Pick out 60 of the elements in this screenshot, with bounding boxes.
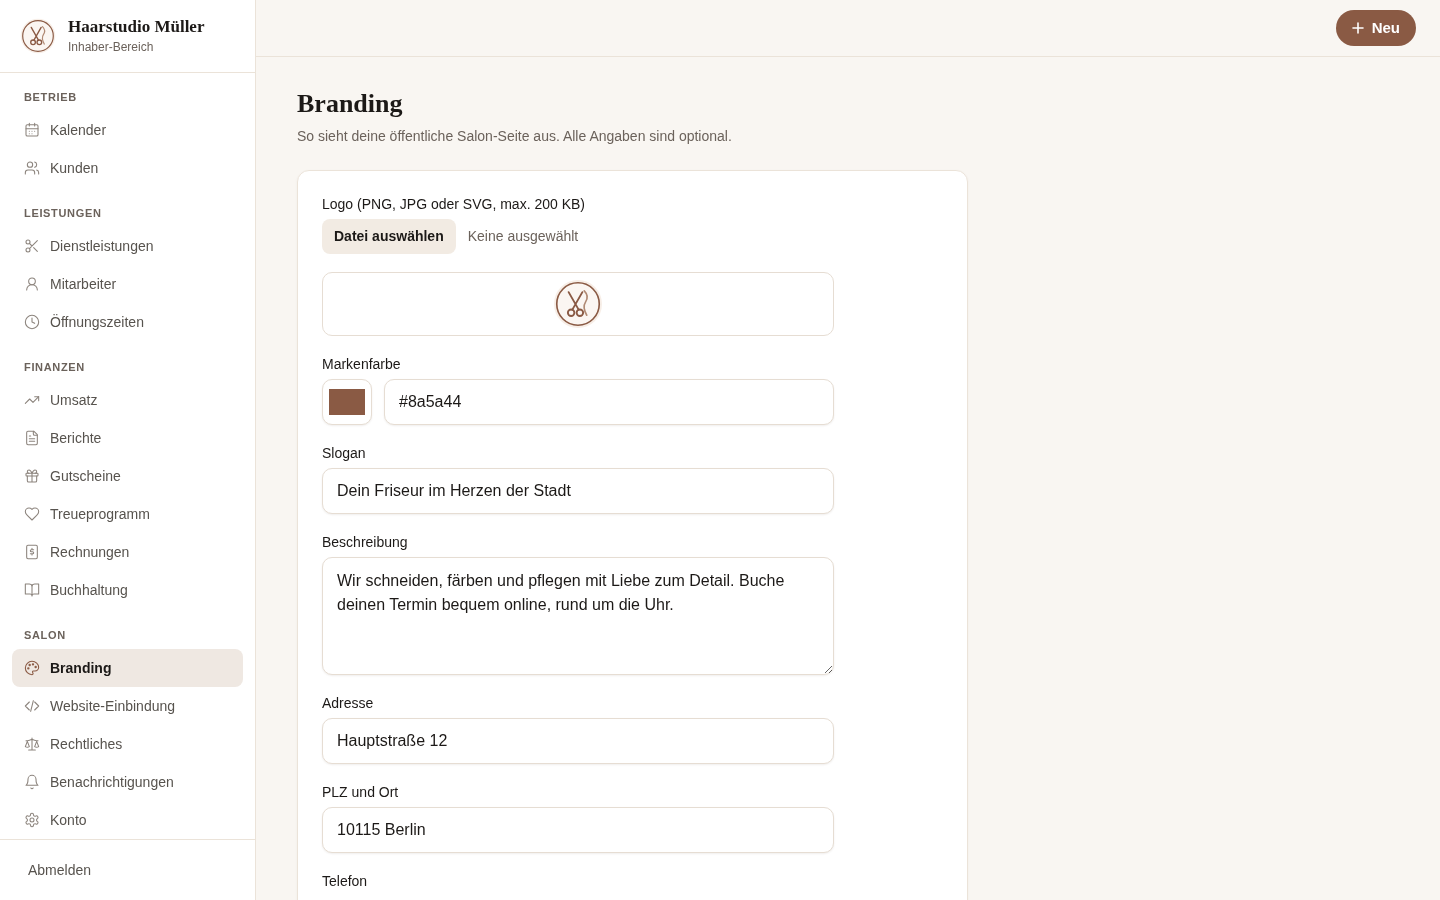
sidebar-item[interactable]: Kunden bbox=[12, 149, 243, 187]
sidebar-item[interactable]: Rechtliches bbox=[12, 725, 243, 763]
people-icon bbox=[24, 160, 40, 176]
sidebar-item[interactable]: Kalender bbox=[12, 111, 243, 149]
scissors-emblem-icon bbox=[553, 279, 603, 329]
sidebar-item[interactable]: Rechnungen bbox=[12, 533, 243, 571]
sidebar-item[interactable]: Branding bbox=[12, 649, 243, 687]
field-label: Markenfarbe bbox=[322, 355, 402, 373]
sidebar-item[interactable]: Öffnungszeiten bbox=[12, 303, 243, 341]
heart-icon bbox=[24, 506, 40, 522]
sidebar-item[interactable]: Buchhaltung bbox=[12, 571, 243, 609]
sidebar-item[interactable]: Konto bbox=[12, 801, 243, 839]
palette-icon bbox=[24, 660, 40, 676]
field-label: Beschreibung bbox=[322, 533, 409, 551]
nav-section-title: LEISTUNGEN bbox=[24, 206, 103, 221]
sidebar-item[interactable]: Umsatz bbox=[12, 381, 243, 419]
color-picker-button[interactable] bbox=[322, 379, 372, 425]
open-book-icon bbox=[24, 582, 40, 598]
field-label: Logo (PNG, JPG oder SVG, max. 200 KB) bbox=[322, 195, 586, 213]
field-label: Slogan bbox=[322, 444, 367, 462]
nav-section-title: SALON bbox=[24, 628, 67, 643]
field-label: Adresse bbox=[322, 694, 375, 712]
page-subtitle: So sieht deine öffentliche Salon-Seite aus. Alle Angaben sind optional. bbox=[297, 127, 733, 146]
sidebar-item[interactable]: Berichte bbox=[12, 419, 243, 457]
sidebar-item[interactable]: Benachrichtigungen bbox=[12, 763, 243, 801]
nav-section-title: FINANZEN bbox=[24, 360, 86, 375]
textarea-field[interactable]: Wir schneiden, färben und pflegen mit Liebe zum Detail. Buche deinen Termin bequem online, rund um die Uhr. bbox=[322, 557, 834, 675]
scissors-icon bbox=[24, 238, 40, 254]
color-swatch-icon bbox=[329, 389, 365, 415]
sidebar-item[interactable]: Dienstleistungen bbox=[12, 227, 243, 265]
balance-scale-icon bbox=[24, 736, 40, 752]
sidebar-item[interactable]: Website-Einbindung bbox=[12, 687, 243, 725]
brand-name: Haarstudio Müller bbox=[68, 17, 205, 37]
sidebar-item[interactable]: Treueprogramm bbox=[12, 495, 243, 533]
calendar-icon bbox=[24, 122, 40, 138]
page-title: Branding bbox=[297, 88, 404, 120]
document-icon bbox=[24, 430, 40, 446]
text-field[interactable]: Dein Friseur im Herzen der Stadt bbox=[322, 468, 834, 514]
scissors-emblem-icon bbox=[20, 18, 56, 54]
sidebar-item[interactable]: Mitarbeiter bbox=[12, 265, 243, 303]
color-hex-field[interactable]: #8a5a44 bbox=[384, 379, 834, 425]
sidebar-item[interactable]: Gutscheine bbox=[12, 457, 243, 495]
clock-icon bbox=[24, 314, 40, 330]
text-field[interactable]: Hauptstraße 12 bbox=[322, 718, 834, 764]
settings-icon bbox=[24, 812, 40, 828]
nav-section-title: BETRIEB bbox=[24, 90, 78, 105]
plus-icon bbox=[1351, 22, 1364, 34]
field-label: PLZ und Ort bbox=[322, 783, 400, 801]
file-status-text: Keine ausgewählt bbox=[467, 227, 579, 246]
brand-subtitle: Inhaber-Bereich bbox=[68, 39, 155, 55]
gift-icon bbox=[24, 468, 40, 484]
code-icon bbox=[24, 698, 40, 714]
choose-file-button[interactable]: Datei auswählen bbox=[322, 219, 456, 254]
logout-button[interactable]: Abmelden bbox=[12, 853, 108, 887]
person-icon bbox=[24, 276, 40, 292]
bell-icon bbox=[24, 774, 40, 790]
new-button[interactable]: Neu bbox=[1335, 10, 1416, 46]
text-field[interactable]: 10115 Berlin bbox=[322, 807, 834, 853]
dollar-document-icon bbox=[24, 544, 40, 560]
field-label: Telefon bbox=[322, 872, 369, 890]
